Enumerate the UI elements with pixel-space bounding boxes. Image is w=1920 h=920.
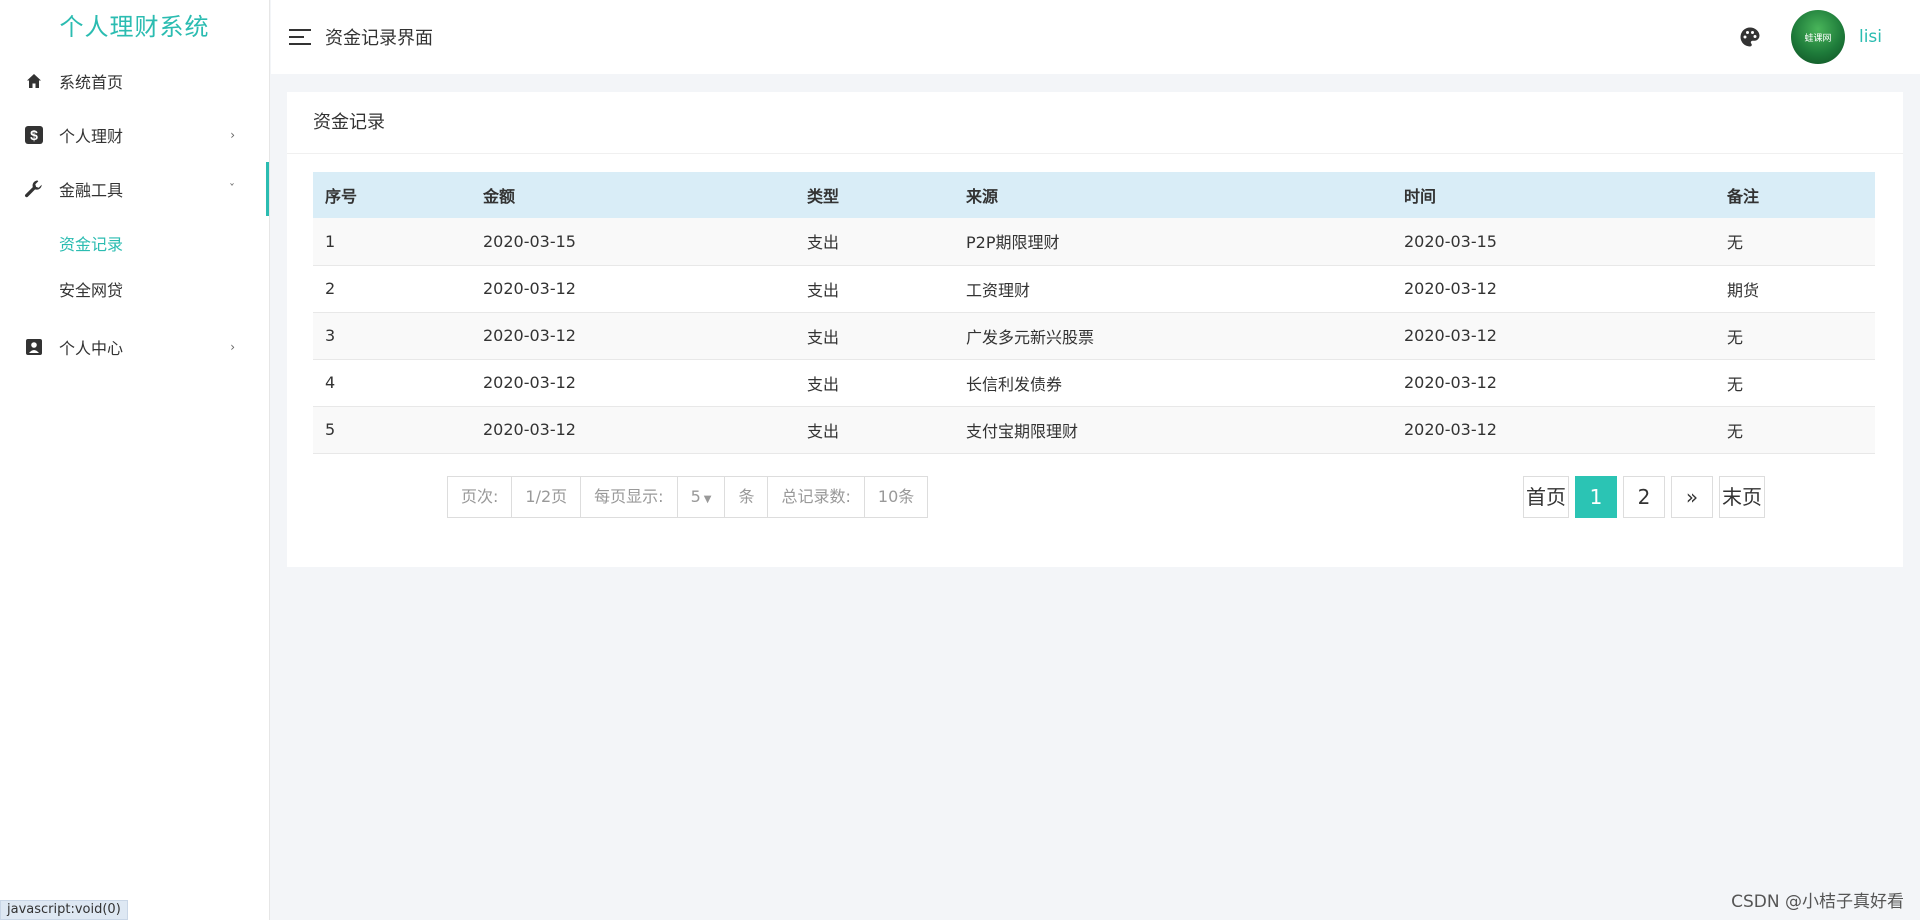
table-cell: 支出 <box>807 280 840 300</box>
sidebar-item-label: 系统首页 <box>59 73 124 92</box>
home-icon <box>24 71 44 91</box>
sidebar-item-finance-tools[interactable]: 金融工具 ˇ <box>0 162 269 216</box>
table-cell: 5 <box>325 420 336 439</box>
last-page-button[interactable]: 末页 <box>1719 476 1765 518</box>
sidebar-item-label: 个人理财 <box>59 127 124 146</box>
top-header: 资金记录界面 蛙课网 lisi <box>271 0 1920 74</box>
table-row: 1 2020-03-15 支出 P2P期限理财 2020-03-15 无 <box>313 218 1875 265</box>
table-cell: 长信利发债券 <box>966 374 1063 394</box>
table-cell: 支出 <box>807 327 840 347</box>
username-link[interactable]: lisi <box>1859 27 1882 47</box>
table-cell: 支出 <box>807 421 840 441</box>
total-value: 10条 <box>877 487 915 506</box>
dollar-icon: $ <box>24 125 44 145</box>
table-cell: 无 <box>1727 327 1744 347</box>
table-cell: 无 <box>1727 374 1744 394</box>
table-cell: 支出 <box>807 233 840 253</box>
table-cell: 工资理财 <box>966 280 1031 300</box>
palette-icon[interactable] <box>1739 26 1761 48</box>
column-header: 备注 <box>1727 187 1760 206</box>
sidebar-item-label: 金融工具 <box>59 181 124 200</box>
sidebar: 个人理财系统 系统首页 $ 个人理财 › 金融工具 ˇ 资金记录 安全网贷 个人… <box>0 0 270 920</box>
caret-down-icon: ▼ <box>703 494 712 505</box>
table-row: 4 2020-03-12 支出 长信利发债券 2020-03-12 无 <box>313 359 1875 406</box>
records-table: 序号 金额 类型 来源 时间 备注 1 2020-03-15 支出 P2P期限理… <box>313 172 1875 454</box>
avatar[interactable]: 蛙课网 <box>1790 10 1845 64</box>
submenu-finance-tools: 资金记录 安全网贷 <box>0 216 269 320</box>
sidebar-item-label: 个人中心 <box>59 339 124 358</box>
sidebar-item-personal-finance[interactable]: $ 个人理财 › <box>0 108 269 162</box>
sidebar-item-home[interactable]: 系统首页 <box>0 54 269 108</box>
table-cell: 2020-03-12 <box>1404 373 1497 392</box>
status-bar: javascript:void(0) <box>0 900 128 920</box>
page-value: 1/2页 <box>512 477 582 517</box>
table-cell: 广发多元新兴股票 <box>966 327 1095 347</box>
table-cell: 1 <box>325 231 336 251</box>
chevron-right-icon: › <box>230 128 235 142</box>
first-page-button[interactable]: 首页 <box>1523 476 1569 518</box>
sidebar-item-personal-center[interactable]: 个人中心 › <box>0 320 269 374</box>
table-header-row: 序号 金额 类型 来源 时间 备注 <box>313 172 1875 218</box>
pagination-info: 页次: 1/2页 每页显示: 5 ▼ 条 总记录数: 10条 <box>447 476 929 518</box>
table-row: 2 2020-03-12 支出 工资理财 2020-03-12 期货 <box>313 265 1875 312</box>
column-header: 序号 <box>325 187 358 206</box>
table-cell: 2020-03-12 <box>1404 326 1497 345</box>
table-cell: 3 <box>325 326 336 345</box>
table-cell: 无 <box>1727 421 1744 441</box>
table-cell: 2020-03-12 <box>1404 279 1497 298</box>
table-cell: 2 <box>325 279 336 298</box>
per-page-select[interactable]: 5 ▼ <box>678 477 726 517</box>
table-cell: 无 <box>1727 233 1744 253</box>
column-header: 来源 <box>966 187 999 206</box>
page-button-1[interactable]: 1 <box>1575 476 1617 518</box>
sidebar-item-safe-loans[interactable]: 安全网贷 <box>0 268 269 314</box>
table-cell: 2020-03-15 <box>1404 231 1497 251</box>
per-page-unit: 条 <box>725 477 769 517</box>
wrench-icon <box>24 179 44 199</box>
avatar-text: 蛙课网 <box>1804 33 1832 44</box>
records-table-wrapper: 序号 金额 类型 来源 时间 备注 1 2020-03-15 支出 P2P期限理… <box>313 172 1875 454</box>
column-header: 类型 <box>807 187 840 206</box>
table-cell: 2020-03-12 <box>483 373 576 392</box>
next-page-button[interactable]: » <box>1671 476 1713 518</box>
table-cell: 2020-03-12 <box>1404 420 1497 439</box>
page-button-2[interactable]: 2 <box>1623 476 1665 518</box>
table-cell: 支付宝期限理财 <box>966 421 1079 441</box>
table-cell: 支出 <box>807 374 840 394</box>
total-label: 总记录数: <box>768 477 865 517</box>
svg-text:$: $ <box>30 127 38 143</box>
page-title: 资金记录界面 <box>325 28 433 49</box>
table-cell: P2P期限理财 <box>966 233 1060 253</box>
chevron-down-icon: ˇ <box>229 182 235 196</box>
user-card-icon <box>24 337 44 357</box>
column-header: 时间 <box>1404 187 1437 206</box>
menu-toggle-icon[interactable] <box>289 29 311 45</box>
header-actions: 蛙课网 lisi <box>1739 0 1882 74</box>
table-cell: 2020-03-12 <box>483 326 576 345</box>
table-cell: 期货 <box>1727 280 1760 300</box>
watermark: CSDN @小桔子真好看 <box>1731 892 1904 912</box>
table-cell: 2020-03-15 <box>483 231 576 251</box>
app-logo: 个人理财系统 <box>59 13 210 41</box>
fund-records-card: 资金记录 序号 金额 类型 来源 时间 备注 1 2020-03-15 支出 P… <box>287 92 1903 567</box>
table-cell: 4 <box>325 373 336 392</box>
table-cell: 2020-03-12 <box>483 420 576 439</box>
pager: 首页 1 2 » 末页 <box>1517 476 1765 518</box>
column-header: 金额 <box>483 187 516 206</box>
sidebar-item-fund-records[interactable]: 资金记录 <box>0 222 269 268</box>
table-row: 3 2020-03-12 支出 广发多元新兴股票 2020-03-12 无 <box>313 312 1875 359</box>
per-page-label: 每页显示: <box>581 477 678 517</box>
page-label: 页次: <box>448 477 513 517</box>
table-row: 5 2020-03-12 支出 支付宝期限理财 2020-03-12 无 <box>313 406 1875 453</box>
table-cell: 2020-03-12 <box>483 279 576 298</box>
card-title: 资金记录 <box>287 92 1903 154</box>
chevron-right-icon: › <box>230 340 235 354</box>
per-page-value: 5 <box>690 487 701 506</box>
